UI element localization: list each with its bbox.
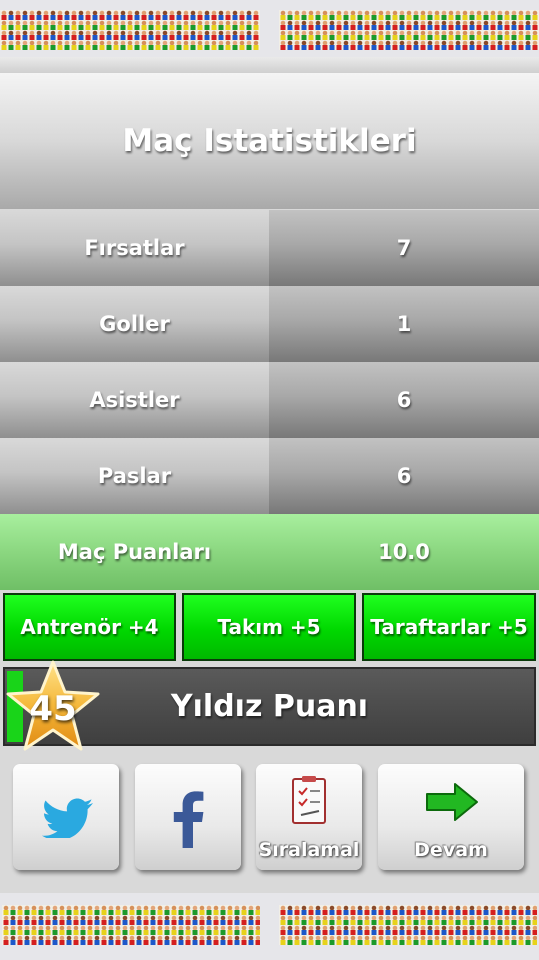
crowd-banner-top [0,0,539,57]
star-points-value: 45 [29,689,77,729]
header-strip [0,57,539,73]
continue-button[interactable]: Devam [378,764,524,870]
checklist-icon [292,776,326,824]
stat-label: Asistler [0,362,269,438]
crowd-banner-bottom [0,893,539,960]
stat-row-passes: Paslar 6 [0,438,539,514]
match-points-value: 10.0 [378,540,430,564]
stat-row-goals: Goller 1 [0,286,539,362]
crowd-image-right [279,10,539,50]
facebook-f-icon [173,791,204,848]
coach-bonus-badge: Antrenör +4 [3,593,176,661]
crowd-image-right [279,905,537,945]
crowd-image-left [0,10,260,50]
team-bonus-badge: Takım +5 [182,593,356,661]
ranking-button[interactable]: Sıralamal [256,764,362,870]
arrow-right-icon [426,783,478,821]
stat-row-chances: Fırsatlar 7 [0,210,539,286]
match-points-row: Maç Puanları 10.0 [0,514,539,590]
stat-value: 7 [269,210,539,286]
stat-row-assists: Asistler 6 [0,362,539,438]
continue-button-label: Devam [414,839,488,861]
twitter-bird-icon [41,798,93,838]
stat-value: 1 [269,286,539,362]
stat-label: Fırsatlar [0,210,269,286]
stat-value: 6 [269,438,539,514]
page-title: Maç Istatistikleri [122,123,417,159]
facebook-share-button[interactable] [135,764,241,870]
twitter-share-button[interactable] [13,764,119,870]
ranking-button-label: Sıralamal [258,839,360,861]
stat-label: Paslar [0,438,269,514]
stat-label: Goller [0,286,269,362]
stat-value: 6 [269,362,539,438]
fans-bonus-badge: Taraftarlar +5 [362,593,536,661]
match-points-label: Maç Puanları [57,540,212,564]
crowd-image-left [2,905,260,945]
